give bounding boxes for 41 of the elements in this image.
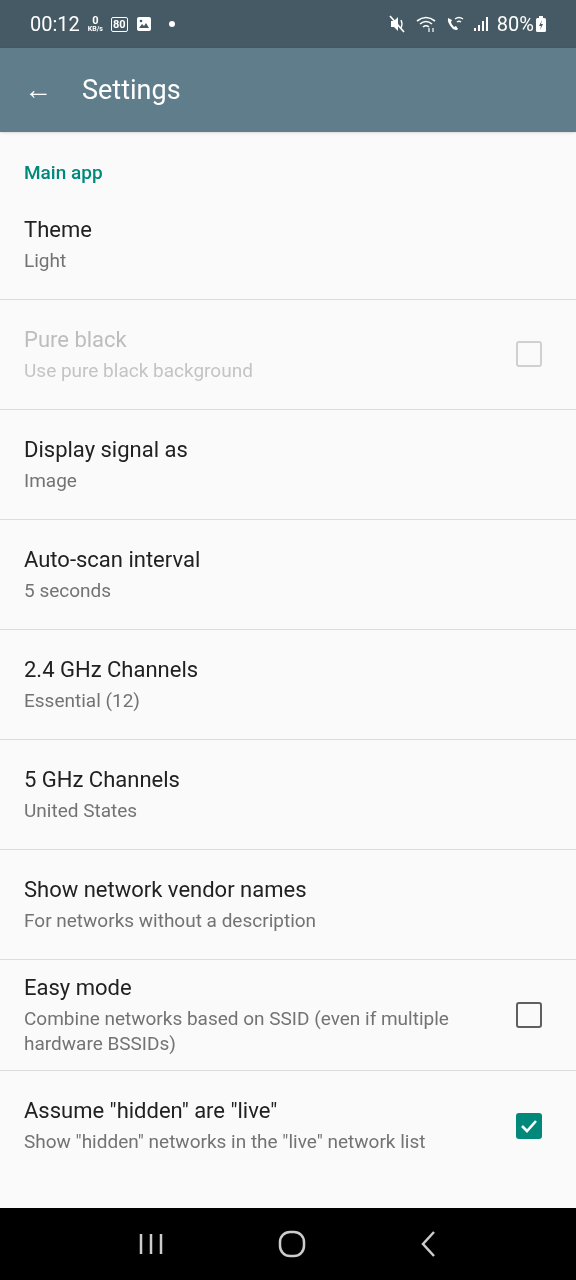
settings-row[interactable]: Display signal as Image: [0, 409, 576, 520]
settings-row[interactable]: Auto-scan interval 5 seconds: [0, 519, 576, 630]
settings-row[interactable]: Theme Light: [0, 189, 576, 300]
setting-title: Display signal as: [24, 435, 189, 464]
battery-icon: [536, 16, 546, 32]
screen-title: Settings: [82, 72, 181, 108]
dot-icon: [167, 20, 176, 28]
setting-title: Show network vendor names: [24, 875, 308, 904]
image-icon: [135, 16, 152, 32]
setting-summary: Combine networks based on SSID (even if multiple hardware BSSIDs): [24, 1005, 450, 1056]
checkbox[interactable]: [516, 1001, 542, 1028]
settings-row[interactable]: 2.4 GHz Channels Essential (12): [0, 629, 576, 740]
mute-icon: [388, 15, 407, 33]
settings-row[interactable]: 5 GHz Channels United States: [0, 739, 576, 850]
battery-percent: 80%: [496, 11, 534, 38]
setting-summary: Image: [24, 467, 78, 493]
setting-summary: For networks without a description: [24, 907, 318, 933]
setting-summary: 5 seconds: [24, 577, 113, 603]
settings-row[interactable]: Easy mode Combine networks based on SSID (even if multiple hardware BSSIDs): [0, 959, 576, 1071]
setting-summary: Essential (12): [24, 687, 141, 713]
status-time: 00:12: [30, 11, 80, 38]
setting-title: 2.4 GHz Channels: [24, 655, 200, 684]
setting-title: Auto-scan interval: [24, 545, 202, 574]
setting-summary: Show "hidden" networks in the "live" network list: [24, 1129, 427, 1154]
setting-title: Pure black: [24, 325, 128, 354]
settings-row[interactable]: Assume "hidden" are "live" Show "hidden" networks in the "live" network list: [0, 1070, 576, 1181]
speed-value: 0: [92, 15, 99, 26]
setting-title: Theme: [24, 215, 93, 244]
setting-title: Assume "hidden" are "live": [24, 1097, 279, 1125]
wifi-icon: [414, 15, 437, 33]
setting-summary: Light: [24, 247, 68, 273]
setting-title: 5 GHz Channels: [24, 765, 181, 794]
signal-icon: [472, 16, 489, 32]
back-button[interactable]: ←: [24, 76, 52, 104]
setting-title: Easy mode: [24, 973, 133, 1002]
checkbox[interactable]: [516, 1112, 542, 1139]
status-badge: 80: [110, 16, 128, 32]
home-icon[interactable]: [278, 1230, 306, 1258]
settings-row[interactable]: Show network vendor names For networks without a description: [0, 849, 576, 960]
setting-summary: United States: [24, 797, 139, 823]
category-header: Main app: [24, 161, 103, 184]
